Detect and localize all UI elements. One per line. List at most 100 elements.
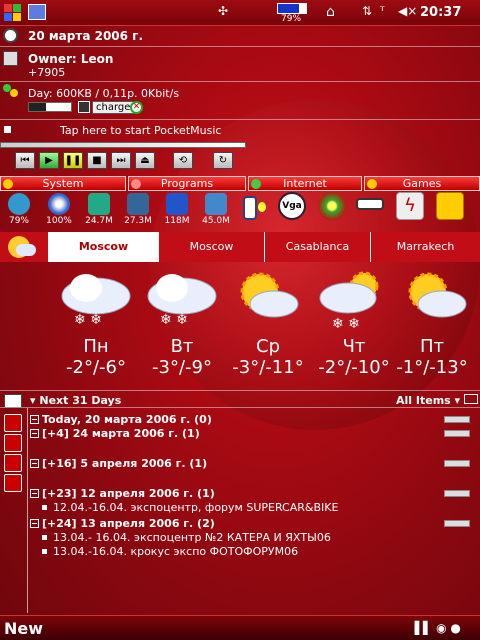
agenda-subitem[interactable]: 13.04.- 16.04. экспоцентр №2 КАТЕРА И ЯХ… [30,531,331,544]
bulb-icon[interactable] [258,202,266,212]
next-icon[interactable]: ⏭ [111,152,131,169]
agenda-item[interactable]: [+4] 24 марта 2006 г. (1) [30,427,200,440]
pause-icon[interactable]: ❚❚ [63,152,83,169]
clock[interactable]: 20:37 [420,5,461,20]
owner-card-icon [3,51,18,66]
city-tab-moscow-active[interactable]: Moscow [48,232,158,262]
pocketmusic-launcher[interactable]: Tap here to start PocketMusic [60,124,221,137]
snow-cloud-icon: ❄ ❄ [147,274,217,328]
weather-logo-icon[interactable] [0,232,48,262]
agenda-item[interactable]: [+24] 13 апреля 2006 г. (2) [30,517,215,530]
notes-icon[interactable] [4,434,22,452]
play-icon[interactable]: ▶ [39,152,59,169]
charge-button[interactable]: charge [92,101,135,114]
agenda-item[interactable]: [+16] 5 апреля 2006 г. (1) [30,457,207,470]
agenda-sidebar [0,392,28,607]
tray-icons[interactable]: ▐ ▌ ◉ ● [410,621,461,635]
agenda-item-title: [+24] 13 апреля 2006 г. (2) [42,517,215,530]
connectivity-icon[interactable]: ⇅ [362,4,372,18]
repeat-icon[interactable]: ⟲ [173,152,193,169]
agenda-item-bar [444,416,470,423]
owner-name[interactable]: Owner: Leon [28,52,113,66]
collapse-icon[interactable] [464,394,478,404]
toggle-icon[interactable] [356,198,384,210]
date-line[interactable]: 20 марта 2006 г. [28,29,143,43]
battery-status-icon[interactable] [8,193,30,215]
sync-icon[interactable]: ✣ [218,4,228,18]
sd-card-icon[interactable] [166,193,188,215]
forecast-day[interactable]: ❄ ❄ Пн -2°/-6° [48,262,144,382]
sun-cloud-icon [240,272,299,318]
city-tab-moscow[interactable]: Moscow [158,232,264,262]
tab-label: Internet [283,177,327,190]
agenda-subitem-text: 13.04.-16.04. крокус экспо ФОТОФОРУМ06 [53,545,299,558]
lightning-icon[interactable]: ϟ [396,192,424,220]
tab-label: Programs [160,177,214,190]
home-icon[interactable] [4,474,22,492]
app-label: 79% [8,216,29,226]
volume-icon[interactable]: ◀× [398,4,417,18]
city-tab-marrakech[interactable]: Marrakech [370,232,480,262]
agenda-item-bar [444,430,470,437]
tasks-icon[interactable] [4,414,22,432]
agenda-item-bar [444,490,470,497]
backlight-icon[interactable] [48,193,70,215]
tab-label: System [42,177,84,190]
tab-system[interactable]: System [0,176,126,191]
app-switch-icon[interactable] [28,4,46,20]
shuffle-icon[interactable]: ↻ [213,152,233,169]
reset-icon[interactable]: ✕ [130,101,143,114]
gear-icon[interactable] [318,192,346,220]
cube-icon[interactable] [436,192,464,220]
agenda-header-label: Next 31 Days [39,394,122,407]
programs-tab-icon [131,179,141,189]
forecast-day-name: Пт [419,336,445,357]
svg-text:❄ ❄: ❄ ❄ [332,316,360,332]
agenda-subitem[interactable]: 12.04.-16.04. экспоцентр, форум SUPERCAR… [30,501,338,514]
forecast-day[interactable]: Ср -3°/-11° [220,262,316,382]
device-icon[interactable] [243,196,257,220]
forecast-day-name: Пн [83,336,109,357]
plug-icon [78,101,90,113]
clock-icon[interactable] [3,28,18,43]
start-menu-icon[interactable] [4,4,22,22]
agenda-item-bar [444,520,470,527]
agenda-item[interactable]: [+23] 12 апреля 2006 г. (1) [30,487,215,500]
contacts-icon[interactable] [4,454,22,472]
tab-internet[interactable]: Internet [248,176,362,191]
agenda-item[interactable]: Today, 20 марта 2006 г. (0) [30,413,212,426]
agenda-subitem[interactable]: 13.04.-16.04. крокус экспо ФОТОФОРУМ06 [30,545,298,558]
storage-icon[interactable] [127,193,149,215]
vga-icon[interactable]: Vga [278,192,306,220]
eject-icon[interactable]: ⏏ [135,152,155,169]
games-tab-icon [367,179,377,189]
forecast-temp: -1°/-13° [396,357,468,378]
agenda-item-bar [444,460,470,467]
previous-icon[interactable]: ⏮ [15,152,35,169]
city-tab-casablanca[interactable]: Casablanca [264,232,370,262]
home-icon[interactable]: ⌂ [326,4,335,20]
forecast-day[interactable]: Пт -1°/-13° [384,262,480,382]
internet-tab-icon [251,179,261,189]
battery-icon[interactable] [277,3,307,14]
new-button[interactable]: New [4,619,43,638]
agenda-header[interactable]: ▾ Next 31 Days [30,394,121,407]
traffic-stats[interactable]: Day: 600KB / 0,11р. 0Kbit/s [28,87,179,100]
tab-programs[interactable]: Programs [128,176,246,191]
agenda-item-title: Today, 20 марта 2006 г. (0) [42,413,212,426]
music-seek-bar[interactable] [0,142,246,148]
sun-cloud-icon [408,272,467,318]
memory-icon[interactable] [88,193,110,215]
title-bar: ✣ 79% ⌂ ⇅ ᵀ ◀× 20:37 [0,0,480,26]
battery-percent: 79% [281,14,302,24]
stop-icon[interactable]: ■ [87,152,107,169]
agenda-filter-dropdown[interactable]: All Items ▾ [396,394,460,407]
forecast-temp: -2°/-6° [66,357,126,378]
tab-games[interactable]: Games [364,176,480,191]
forecast-day[interactable]: ❄ ❄ Вт -3°/-9° [134,262,230,382]
tab-label: Games [402,177,442,190]
owner-phone: +7905 [28,66,66,79]
svg-text:❄ ❄: ❄ ❄ [74,312,102,328]
flash-card-icon[interactable] [205,193,227,215]
signal-icon[interactable]: ᵀ [380,4,385,18]
